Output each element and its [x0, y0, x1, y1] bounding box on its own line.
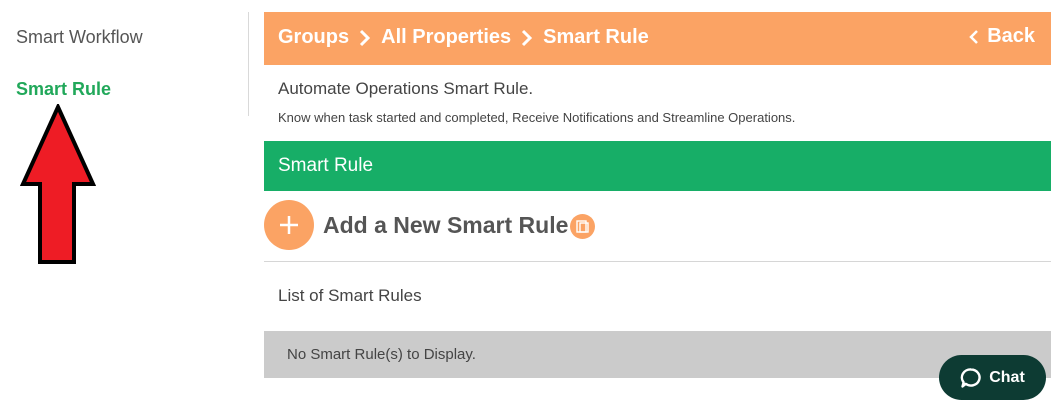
chevron-right-icon [360, 29, 371, 46]
chat-button[interactable]: Chat [939, 355, 1046, 400]
plus-icon [280, 216, 298, 234]
empty-state: No Smart Rule(s) to Display. [264, 331, 1051, 378]
add-rule-label[interactable]: Add a New Smart Rule [323, 212, 568, 239]
section-header: Smart Rule [264, 141, 1051, 191]
intro-subtitle: Know when task started and completed, Re… [278, 110, 796, 125]
header-bar: Groups All Properties Smart Rule Back [264, 12, 1051, 65]
add-rule-button[interactable] [264, 200, 314, 250]
breadcrumb-all-properties[interactable]: All Properties [381, 26, 511, 49]
chat-bubble-icon [960, 367, 981, 388]
chevron-right-icon [522, 29, 533, 46]
video-icon[interactable] [570, 214, 595, 239]
breadcrumb: Groups All Properties Smart Rule [278, 26, 649, 49]
sidebar-item-smart-rule[interactable]: Smart Rule [16, 79, 111, 100]
back-button[interactable]: Back [969, 25, 1035, 48]
empty-message: No Smart Rule(s) to Display. [287, 346, 476, 363]
chat-label: Chat [989, 368, 1025, 386]
sidebar-divider [248, 12, 249, 116]
breadcrumb-smart-rule: Smart Rule [543, 26, 649, 48]
intro-title: Automate Operations Smart Rule. [278, 79, 534, 98]
divider [264, 261, 1051, 262]
video-tutorial-icon [576, 220, 589, 233]
chevron-left-icon [969, 29, 979, 44]
red-up-arrow-icon [20, 104, 96, 264]
section-title: Smart Rule [278, 155, 374, 176]
list-title: List of Smart Rules [278, 286, 422, 305]
sidebar-item-smart-workflow[interactable]: Smart Workflow [16, 27, 143, 48]
add-rule-row: Add a New Smart Rule [264, 200, 1051, 260]
breadcrumb-groups[interactable]: Groups [278, 26, 349, 49]
sidebar: Smart Workflow Smart Rule [0, 0, 250, 409]
back-label: Back [987, 25, 1035, 47]
